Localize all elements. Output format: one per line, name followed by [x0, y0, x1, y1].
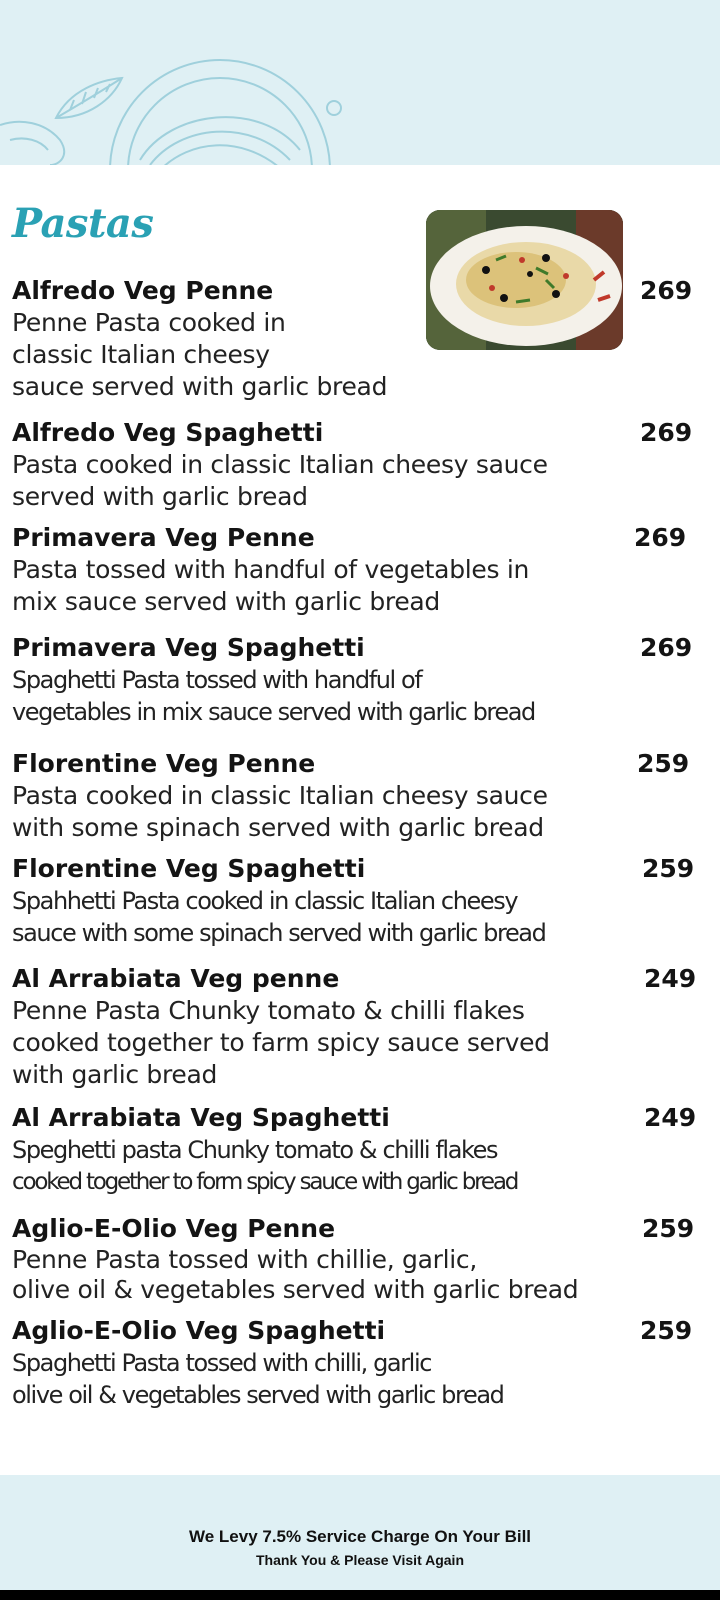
- item-description: with garlic bread: [12, 1060, 218, 1089]
- item-name: Al Arrabiata Veg Spaghetti: [12, 1103, 390, 1132]
- section-title: Pastas: [12, 200, 154, 247]
- header-decoration: [0, 0, 720, 165]
- bottom-bar: [0, 1590, 720, 1600]
- item-description: Penne Pasta cooked in: [12, 308, 286, 337]
- leaf-plate-illustration: [0, 59, 342, 165]
- item-description: with some spinach served with garlic bre…: [12, 813, 544, 842]
- item-price: 249: [644, 964, 697, 993]
- item-name: Primavera Veg Spaghetti: [12, 633, 365, 662]
- menu-item: Al Arrabiata Veg Spaghetti 249 Speghetti…: [12, 1102, 702, 1198]
- menu-item: Alfredo Veg Penne 269 Penne Pasta cooked…: [12, 275, 702, 403]
- menu-item: Aglio-E-Olio Veg Penne 259 Penne Pasta t…: [12, 1213, 702, 1305]
- menu-item: Al Arrabiata Veg penne 249 Penne Pasta C…: [12, 963, 702, 1091]
- item-price: 259: [642, 1214, 695, 1243]
- menu-item: Aglio-E-Olio Veg Spaghetti 259 Spaghetti…: [12, 1315, 702, 1411]
- item-description: Penne Pasta Chunky tomato & chilli flake…: [12, 996, 525, 1025]
- item-description: sauce with some spinach served with garl…: [12, 919, 547, 947]
- item-description: Spaghetti Pasta tossed with chilli, garl…: [12, 1349, 432, 1377]
- item-name: Alfredo Veg Penne: [12, 276, 274, 305]
- item-name: Aglio-E-Olio Veg Penne: [12, 1214, 336, 1243]
- menu-content: Pastas Alfredo Veg Penne 269 Penne Pasta…: [0, 165, 720, 1475]
- item-description: cooked together to form spicy sauce with…: [12, 1169, 519, 1195]
- item-price: 269: [640, 633, 693, 662]
- menu-item: Primavera Veg Spaghetti 269 Spaghetti Pa…: [12, 632, 702, 728]
- item-name: Florentine Veg Spaghetti: [12, 854, 366, 883]
- item-name: Aglio-E-Olio Veg Spaghetti: [12, 1316, 386, 1345]
- menu-item: Alfredo Veg Spaghetti 269 Pasta cooked i…: [12, 417, 702, 513]
- item-description: mix sauce served with garlic bread: [12, 587, 440, 616]
- item-name: Florentine Veg Penne: [12, 749, 316, 778]
- item-description: Pasta cooked in classic Italian cheesy s…: [12, 450, 548, 479]
- menu-item: Primavera Veg Penne 269 Pasta tossed wit…: [12, 522, 702, 618]
- item-description: served with garlic bread: [12, 482, 308, 511]
- item-description: vegetables in mix sauce served with garl…: [12, 698, 536, 726]
- item-price: 249: [644, 1103, 697, 1132]
- thank-you-note: Thank You & Please Visit Again: [256, 1552, 464, 1568]
- item-description: olive oil & vegetables served with garli…: [12, 1275, 579, 1304]
- service-charge-note: We Levy 7.5% Service Charge On Your Bill: [188, 1527, 532, 1546]
- item-description: olive oil & vegetables served with garli…: [12, 1381, 505, 1409]
- item-description: Speghetti pasta Chunky tomato & chilli f…: [12, 1136, 499, 1164]
- item-price: 269: [640, 276, 693, 305]
- item-price: 259: [637, 749, 690, 778]
- item-description: Penne Pasta tossed with chillie, garlic,: [12, 1245, 477, 1274]
- item-description: sauce served with garlic bread: [12, 372, 388, 401]
- item-name: Primavera Veg Penne: [12, 523, 315, 552]
- menu-item: Florentine Veg Penne 259 Pasta cooked in…: [12, 748, 702, 844]
- item-price: 259: [640, 1316, 693, 1345]
- item-name: Al Arrabiata Veg penne: [12, 964, 340, 993]
- footer: We Levy 7.5% Service Charge On Your Bill…: [0, 1475, 720, 1590]
- item-description: Spaghetti Pasta tossed with handful of: [12, 666, 423, 694]
- item-description: Pasta cooked in classic Italian cheesy s…: [12, 781, 548, 810]
- item-description: cooked together to farm spicy sauce serv…: [12, 1028, 550, 1057]
- item-price: 269: [640, 418, 693, 447]
- item-description: Spahhetti Pasta cooked in classic Italia…: [12, 887, 519, 915]
- item-price: 259: [642, 854, 695, 883]
- item-description: classic Italian cheesy: [12, 340, 270, 369]
- item-description: Pasta tossed with handful of vegetables …: [12, 555, 530, 584]
- item-name: Alfredo Veg Spaghetti: [12, 418, 324, 447]
- menu-item: Florentine Veg Spaghetti 259 Spahhetti P…: [12, 853, 702, 949]
- item-price: 269: [634, 523, 687, 552]
